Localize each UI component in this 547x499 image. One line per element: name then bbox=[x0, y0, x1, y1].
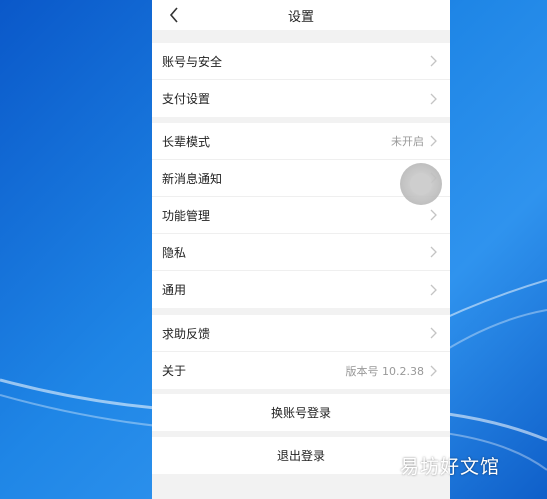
page-title: 设置 bbox=[287, 10, 314, 25]
touch-indicator bbox=[400, 163, 442, 205]
settings-item-label: 支付设置 bbox=[162, 92, 211, 106]
settings-item-label: 关于 bbox=[162, 364, 187, 378]
chevron-right-icon bbox=[430, 93, 437, 104]
settings-group-help: 求助反馈 关于 版本号 10.2.38 bbox=[152, 315, 450, 389]
settings-item-features[interactable]: 功能管理 bbox=[152, 197, 450, 234]
settings-item-account-security[interactable]: 账号与安全 bbox=[152, 43, 450, 80]
settings-item-privacy[interactable]: 隐私 bbox=[152, 234, 450, 271]
settings-item-label: 求助反馈 bbox=[162, 326, 211, 341]
settings-item-label: 通用 bbox=[162, 283, 187, 297]
settings-item-label: 功能管理 bbox=[162, 208, 211, 223]
chevron-right-icon bbox=[430, 135, 437, 147]
chevron-right-icon bbox=[430, 209, 437, 221]
chevron-right-icon bbox=[430, 55, 437, 67]
settings-item-label: 长辈模式 bbox=[162, 134, 211, 149]
settings-item-help-feedback[interactable]: 求助反馈 bbox=[152, 315, 450, 352]
title-bar: 设置 bbox=[152, 0, 450, 30]
chevron-right-icon bbox=[430, 246, 437, 258]
elder-mode-status: 未开启 bbox=[391, 135, 424, 148]
settings-item-about[interactable]: 关于 版本号 10.2.38 bbox=[152, 352, 450, 389]
chevron-right-icon bbox=[430, 284, 437, 295]
watermark-text: 易坊好文馆 bbox=[400, 456, 501, 478]
settings-item-label: 账号与安全 bbox=[162, 54, 223, 69]
settings-item-payment[interactable]: 支付设置 bbox=[152, 80, 450, 117]
settings-item-label: 隐私 bbox=[162, 245, 187, 260]
chevron-right-icon bbox=[430, 327, 437, 339]
chevron-right-icon bbox=[430, 365, 437, 376]
settings-screen: 设置 账号与安全 支付设置 长辈模式 未开启 新消息通知 功能管理 隐私 通用 … bbox=[152, 0, 450, 499]
settings-group-account: 账号与安全 支付设置 bbox=[152, 43, 450, 117]
version-number: 版本号 10.2.38 bbox=[345, 364, 424, 378]
settings-group-general: 长辈模式 未开启 新消息通知 功能管理 隐私 通用 bbox=[152, 123, 450, 308]
settings-item-label: 新消息通知 bbox=[162, 171, 223, 186]
switch-account-button[interactable]: 换账号登录 bbox=[152, 394, 450, 431]
settings-item-general[interactable]: 通用 bbox=[152, 271, 450, 308]
settings-item-elder-mode[interactable]: 长辈模式 未开启 bbox=[152, 123, 450, 160]
